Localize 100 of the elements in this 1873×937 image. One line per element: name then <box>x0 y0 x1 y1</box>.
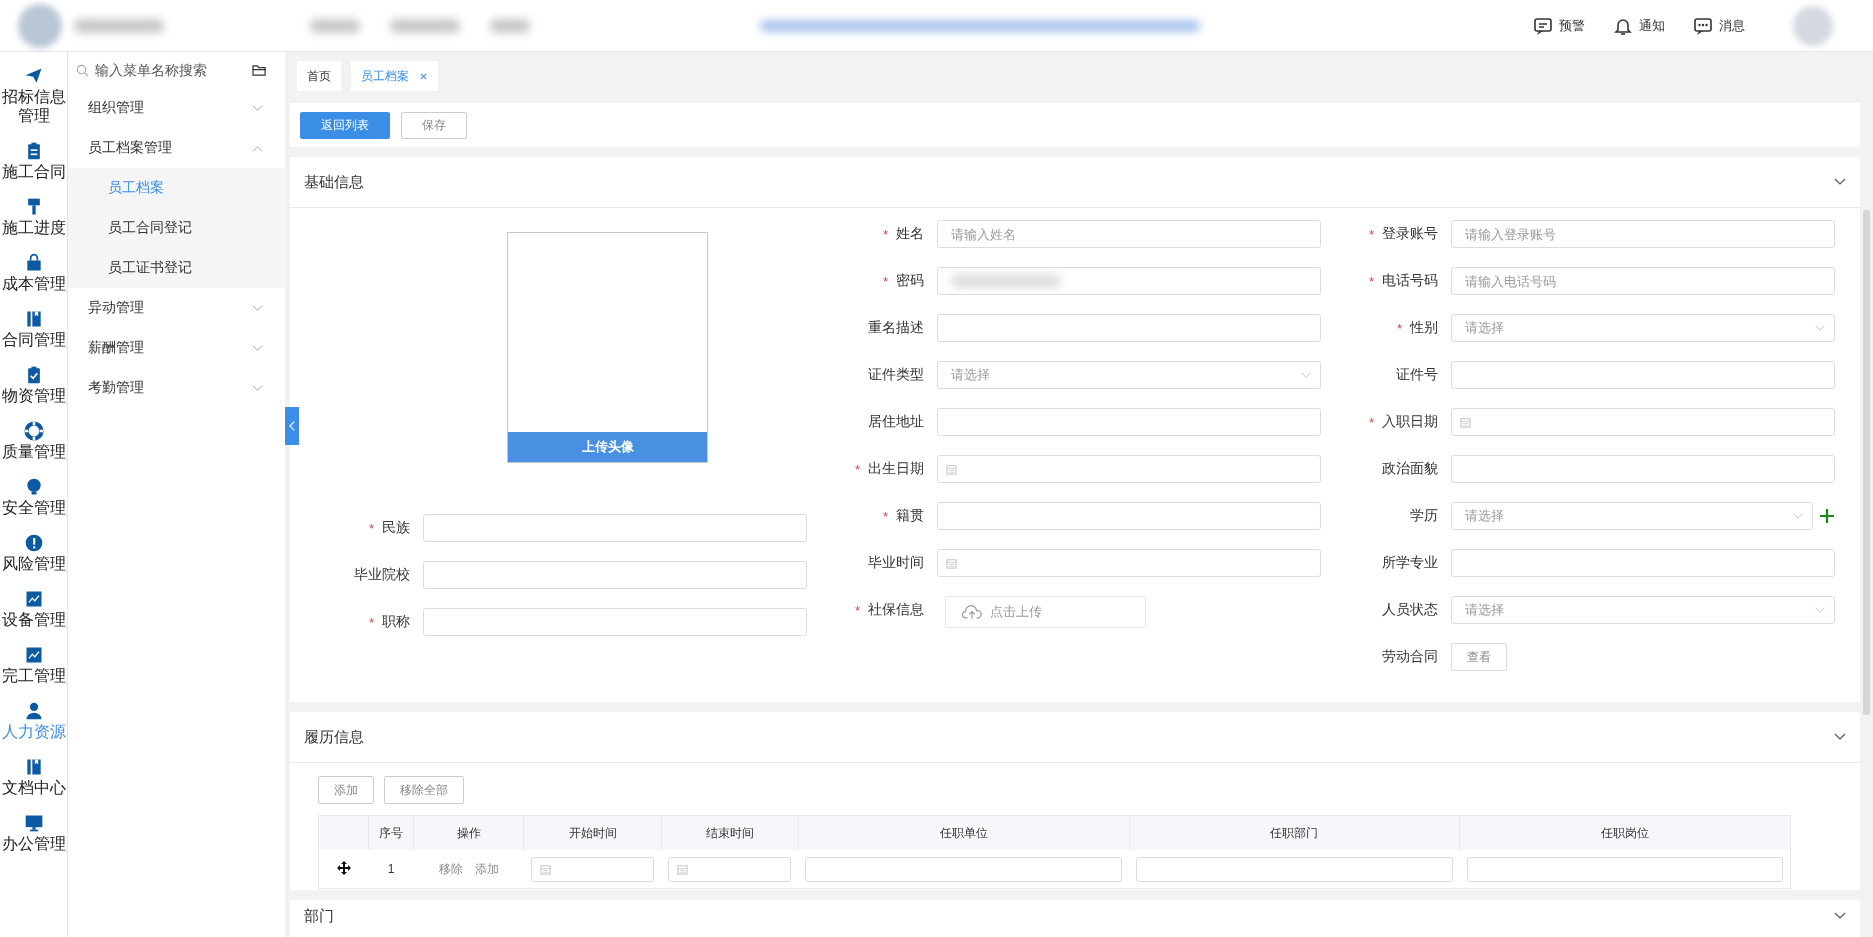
input-field[interactable]: 请输入姓名 <box>937 220 1321 248</box>
chevron-left-icon <box>288 420 296 432</box>
blurred-avatar <box>1793 5 1833 46</box>
column-header: 任职部门 <box>1270 825 1319 840</box>
field-label: 所学专业 <box>1382 554 1438 572</box>
blurred-logo <box>18 3 62 48</box>
cloud-upload-icon <box>962 604 982 620</box>
chevron-down-icon[interactable] <box>1834 912 1846 920</box>
input-field[interactable] <box>423 514 807 542</box>
add-link[interactable]: 添加 <box>474 860 499 878</box>
column-header: 结束时间 <box>705 825 754 840</box>
required-mark: * <box>1396 320 1402 336</box>
required-mark: * <box>368 520 374 536</box>
required-mark: * <box>882 273 888 289</box>
nav-rail-item[interactable]: 招标信息管理 <box>0 58 67 133</box>
page-tab[interactable]: 员工档案 <box>351 61 438 91</box>
chevron-up-icon <box>252 144 263 152</box>
nav-rail-item[interactable]: 施工合同 <box>0 133 67 189</box>
input-field[interactable] <box>1451 361 1835 389</box>
top-action[interactable]: 消息 <box>1693 15 1745 36</box>
nav-rail-item[interactable]: 风险管理 <box>0 525 67 581</box>
input-field[interactable] <box>937 502 1321 530</box>
field-label: 社保信息 <box>868 601 924 619</box>
column-header: 序号 <box>379 825 404 840</box>
calendar-icon <box>677 863 689 875</box>
nav-rail-item[interactable]: 安全管理 <box>0 469 67 525</box>
remove-link[interactable]: 移除 <box>438 860 463 878</box>
input-field[interactable] <box>1136 856 1453 882</box>
input-field[interactable] <box>423 561 807 589</box>
required-mark: * <box>1368 273 1374 289</box>
nav-rail-item[interactable]: 合同管理 <box>0 301 67 357</box>
input-field[interactable]: 请输入电话号码 <box>1451 267 1835 295</box>
calendar-icon <box>539 863 551 875</box>
field-label: 居住地址 <box>868 413 924 431</box>
input-field[interactable]: 请输入登录账号 <box>1451 220 1835 248</box>
top-action[interactable]: 预警 <box>1533 15 1585 36</box>
nav-rail-item[interactable]: 物资管理 <box>0 357 67 413</box>
column-header: 开始时间 <box>568 825 617 840</box>
input-field[interactable] <box>1451 455 1835 483</box>
view-button[interactable]: 查看 <box>1451 643 1507 671</box>
input-field[interactable] <box>805 856 1123 882</box>
nav-rail-item[interactable]: 设备管理 <box>0 581 67 637</box>
date-field[interactable] <box>530 856 655 882</box>
column-header: 任职单位 <box>939 825 988 840</box>
submenu-item[interactable]: 员工证书登记 <box>68 248 285 288</box>
move-icon[interactable] <box>335 859 352 876</box>
chevron-down-icon[interactable] <box>1834 178 1846 186</box>
input-field[interactable] <box>937 314 1321 342</box>
remove-all-button[interactable]: 移除全部 <box>384 776 464 804</box>
save-button[interactable]: 保存 <box>401 111 467 139</box>
date-field[interactable] <box>668 856 792 882</box>
field-label: 籍贯 <box>896 507 924 525</box>
field-label: 证件类型 <box>868 366 924 384</box>
nav-rail-item[interactable]: 完工管理 <box>0 637 67 693</box>
calendar-icon <box>946 557 957 569</box>
nav-rail-item[interactable]: 人力资源 <box>0 693 67 749</box>
field-label: 性别 <box>1410 319 1438 337</box>
required-mark: * <box>1368 414 1374 430</box>
calendar-icon <box>946 463 957 475</box>
nav-rail-item[interactable]: 施工进度 <box>0 189 67 245</box>
password-field[interactable] <box>937 267 1321 295</box>
input-field[interactable] <box>423 608 807 636</box>
nav-rail-item[interactable]: 办公管理 <box>0 805 67 861</box>
input-field[interactable] <box>937 408 1321 436</box>
column-header: 操作 <box>456 825 481 840</box>
date-field[interactable] <box>937 549 1321 577</box>
date-field[interactable] <box>937 455 1321 483</box>
plus-icon[interactable] <box>1819 508 1835 524</box>
folder-icon[interactable] <box>252 63 267 77</box>
chevron-down-icon[interactable] <box>1834 733 1846 741</box>
nav-rail-item[interactable]: 成本管理 <box>0 245 67 301</box>
submenu-item[interactable]: 员工合同登记 <box>68 208 285 248</box>
section-title: 履历信息 <box>304 727 364 747</box>
scrollbar[interactable] <box>1863 210 1870 715</box>
add-button[interactable]: 添加 <box>318 776 374 804</box>
blurred-text <box>310 18 360 33</box>
field-label: 入职日期 <box>1382 413 1438 431</box>
close-icon[interactable] <box>419 71 428 81</box>
field-label: 民族 <box>382 519 410 537</box>
chevron-down-icon <box>252 384 263 392</box>
nav-rail-item[interactable]: 文档中心 <box>0 749 67 805</box>
table-cell: 1 <box>387 862 395 876</box>
chevron-down-icon <box>1814 606 1826 614</box>
field-label: 职称 <box>382 613 410 631</box>
collapse-toggle[interactable] <box>285 407 299 445</box>
section-title: 基础信息 <box>304 172 364 192</box>
date-field[interactable] <box>1451 408 1835 436</box>
field-label: 人员状态 <box>1382 601 1438 619</box>
required-mark: * <box>882 226 888 242</box>
nav-rail-item[interactable]: 质量管理 <box>0 413 67 469</box>
field-label: 政治面貌 <box>1382 460 1438 478</box>
chevron-down-icon <box>252 104 263 112</box>
blurred-text <box>490 18 530 33</box>
input-field[interactable] <box>1466 856 1783 882</box>
field-label: 密码 <box>896 272 924 290</box>
input-field[interactable] <box>1451 549 1835 577</box>
top-action[interactable]: 通知 <box>1613 15 1665 36</box>
section-title: 部门 <box>304 906 334 926</box>
field-label: 劳动合同 <box>1382 648 1438 666</box>
page-tab[interactable]: 首页 <box>297 61 341 91</box>
